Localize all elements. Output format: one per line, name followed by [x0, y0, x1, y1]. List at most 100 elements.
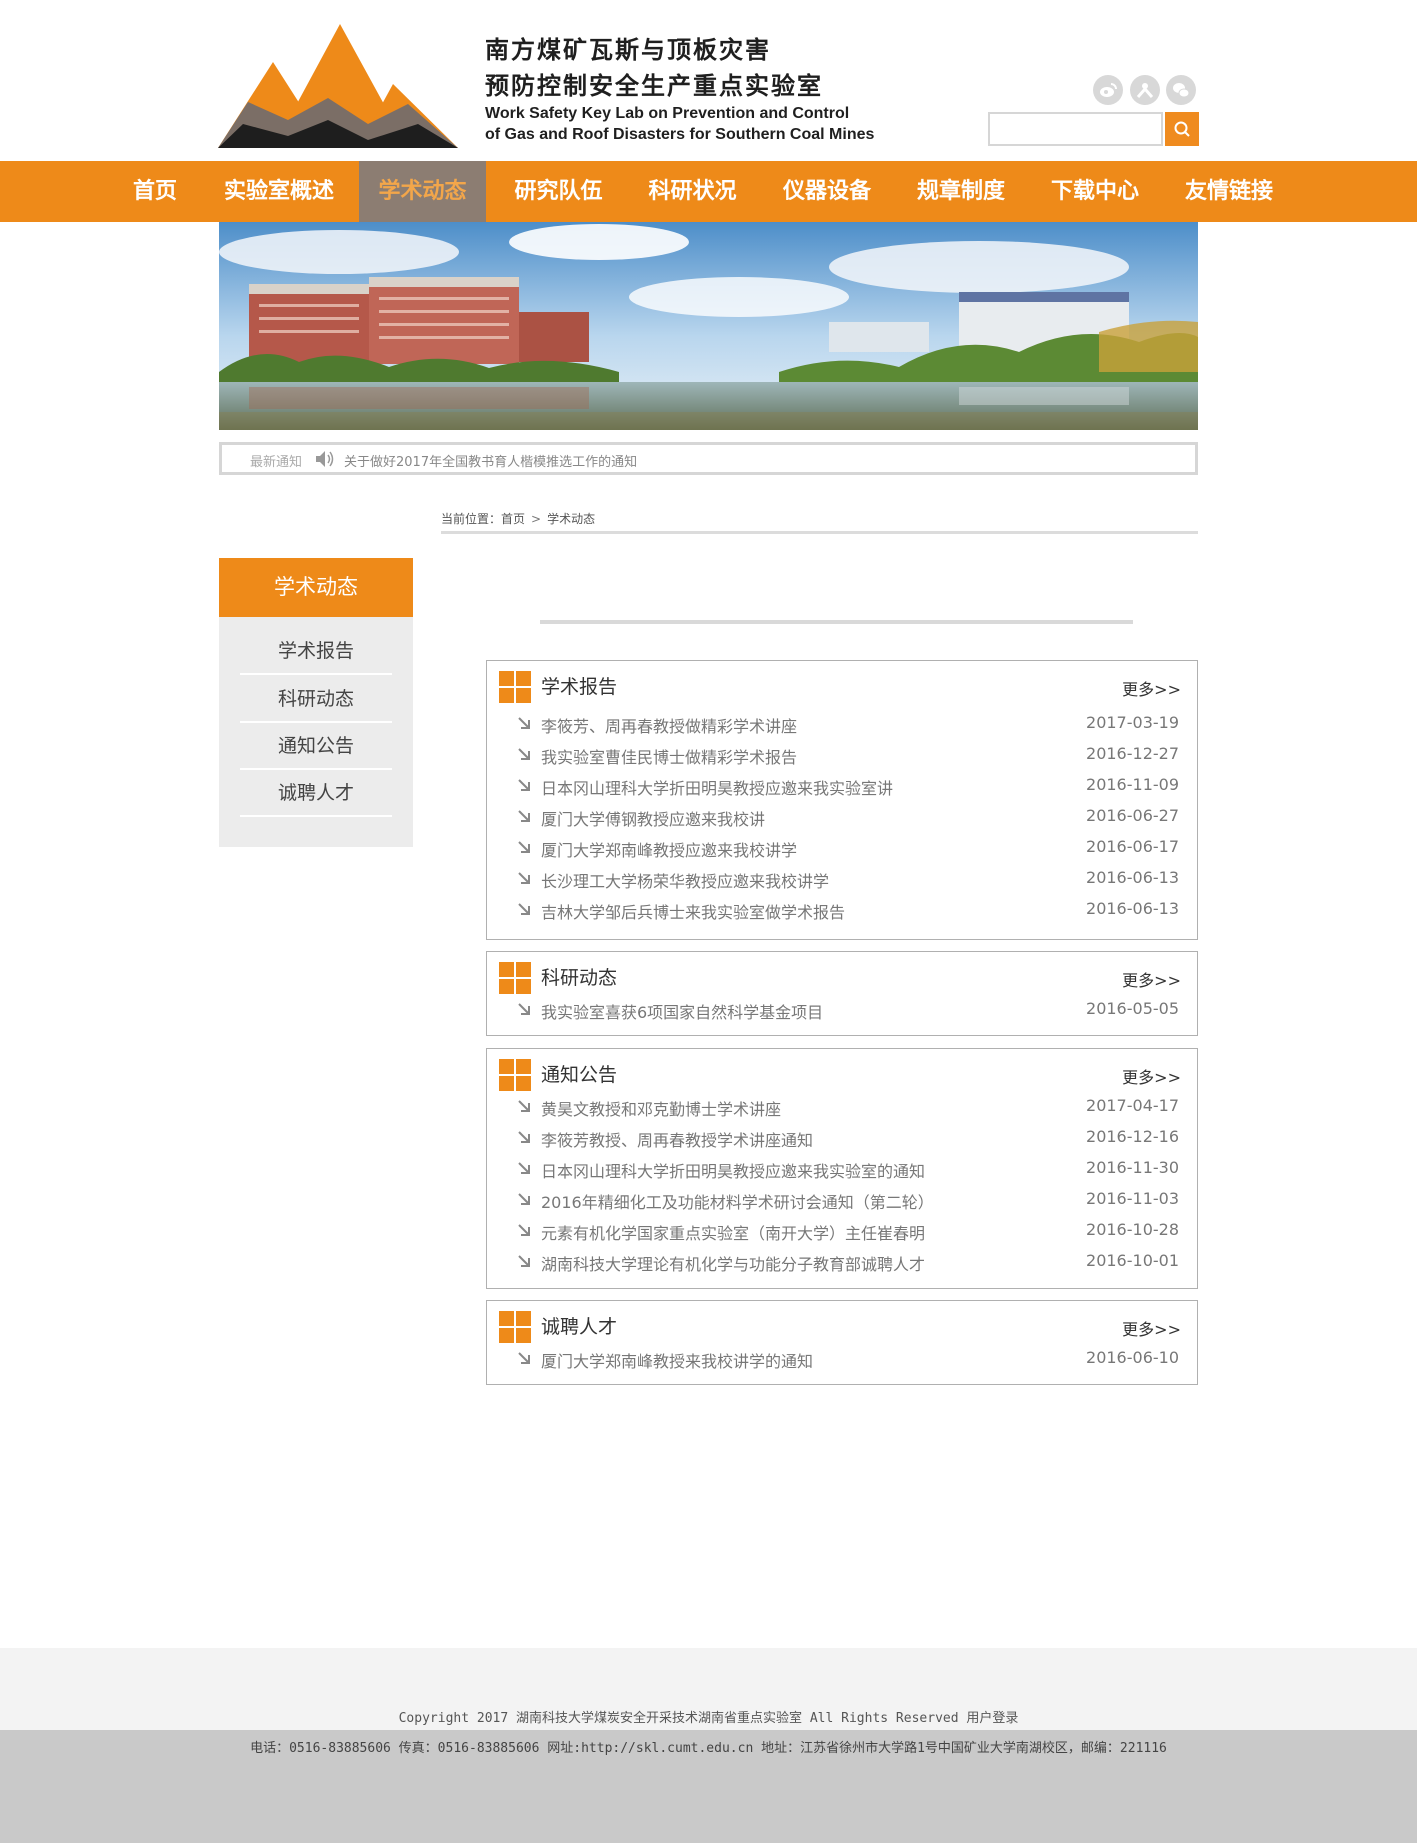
nav-item-equipment[interactable]: 仪器设备 [764, 161, 890, 222]
news-date: 2017-04-17 [1086, 1096, 1179, 1115]
arrow-down-right-icon [518, 841, 530, 853]
campus-banner-image [219, 222, 1198, 430]
news-link[interactable]: 厦门大学郑南峰教授应邀来我校讲学 [541, 837, 797, 861]
arrow-down-right-icon [518, 903, 530, 915]
list-item: 日本冈山理科大学折田明昊教授应邀来我实验室的通知 2016-11-30 [487, 1153, 1199, 1184]
site-header: 南方煤矿瓦斯与顶板灾害 预防控制安全生产重点实验室 Work Safety Ke… [0, 0, 1417, 161]
news-link[interactable]: 我实验室曹佳民博士做精彩学术报告 [541, 744, 797, 768]
news-date: 2016-10-01 [1086, 1251, 1179, 1270]
wechat-icon[interactable] [1166, 75, 1196, 105]
arrow-down-right-icon [518, 1131, 530, 1143]
arrow-down-right-icon [518, 1100, 530, 1112]
news-link[interactable]: 厦门大学郑南峰教授来我校讲学的通知 [541, 1348, 813, 1372]
news-link[interactable]: 吉林大学邹后兵博士来我实验室做学术报告 [541, 899, 845, 923]
renren-icon[interactable] [1130, 75, 1160, 105]
list-item: 厦门大学郑南峰教授应邀来我校讲学 2016-06-17 [487, 832, 1199, 863]
news-link[interactable]: 李筱芳教授、周再春教授学术讲座通知 [541, 1127, 813, 1151]
nav-item-research-team[interactable]: 研究队伍 [496, 161, 621, 222]
arrow-down-right-icon [518, 717, 530, 729]
list-item: 长沙理工大学杨荣华教授应邀来我校讲学 2016-06-13 [487, 863, 1199, 894]
breadcrumb-home-link[interactable]: 首页 [501, 510, 525, 527]
section-title: 学术报告 [541, 676, 618, 698]
notice-text-link[interactable]: 关于做好2017年全国教书育人楷模推选工作的通知 [344, 451, 637, 470]
list-item: 我实验室曹佳民博士做精彩学术报告 2016-12-27 [487, 739, 1199, 770]
list-item: 湖南科技大学理论有机化学与功能分子教育部诚聘人才 2016-10-01 [487, 1246, 1199, 1277]
list-item: 李筱芳、周再春教授做精彩学术讲座 2017-03-19 [487, 708, 1199, 739]
news-link[interactable]: 2016年精细化工及功能材料学术研讨会通知（第二轮） [541, 1189, 934, 1213]
arrow-down-right-icon [518, 779, 530, 791]
more-link[interactable]: 更多>> [1122, 967, 1181, 991]
arrow-down-right-icon [518, 1352, 530, 1364]
sidebar: 学术动态 学术报告 科研动态 通知公告 诚聘人才 [219, 558, 413, 847]
arrow-down-right-icon [518, 810, 530, 822]
news-date: 2016-06-17 [1086, 837, 1179, 856]
news-link[interactable]: 黄昊文教授和邓克勤博士学术讲座 [541, 1096, 781, 1120]
nav-item-regulations[interactable]: 规章制度 [898, 161, 1024, 222]
news-link[interactable]: 日本冈山理科大学折田明昊教授应邀来我实验室讲 [541, 775, 893, 799]
news-link[interactable]: 我实验室喜获6项国家自然科学基金项目 [541, 999, 823, 1023]
search-input[interactable] [988, 112, 1163, 146]
news-date: 2016-06-10 [1086, 1348, 1179, 1367]
arrow-down-right-icon [518, 1162, 530, 1174]
more-link[interactable]: 更多>> [1122, 676, 1181, 700]
latest-notice-bar: 最新通知 关于做好2017年全国教书育人楷模推选工作的通知 [219, 442, 1198, 475]
arrow-down-right-icon [518, 1255, 530, 1267]
nav-item-links[interactable]: 友情链接 [1166, 161, 1292, 222]
speaker-icon [316, 451, 334, 467]
section-notices: 通知公告 更多>> 黄昊文教授和邓克勤博士学术讲座 2017-04-17 李筱芳… [486, 1048, 1198, 1289]
more-link[interactable]: 更多>> [1122, 1064, 1181, 1088]
search-button[interactable] [1165, 112, 1199, 146]
nav-item-lab-overview[interactable]: 实验室概述 [206, 161, 352, 222]
news-link[interactable]: 元素有机化学国家重点实验室（南开大学）主任崔春明 [541, 1220, 925, 1244]
list-item: 吉林大学邹后兵博士来我实验室做学术报告 2016-06-13 [487, 894, 1199, 925]
lab-logo[interactable] [218, 24, 458, 148]
news-date: 2016-11-09 [1086, 775, 1179, 794]
sidebar-title: 学术动态 [219, 558, 413, 617]
news-date: 2016-12-27 [1086, 744, 1179, 763]
section-research-news: 科研动态 更多>> 我实验室喜获6项国家自然科学基金项目 2016-05-05 [486, 951, 1198, 1036]
contact-info: 电话：0516-83885606 传真：0516-83885606 网址:htt… [250, 1741, 1167, 1756]
main-nav: 首页 实验室概述 学术动态 研究队伍 科研状况 仪器设备 规章制度 下载中心 友… [0, 161, 1417, 222]
list-item: 日本冈山理科大学折田明昊教授应邀来我实验室讲 2016-11-09 [487, 770, 1199, 801]
arrow-down-right-icon [518, 1193, 530, 1205]
sidebar-item-recruitment[interactable]: 诚聘人才 [240, 769, 392, 817]
grid-icon [499, 1059, 531, 1091]
sidebar-item-research-news[interactable]: 科研动态 [240, 675, 392, 723]
arrow-down-right-icon [518, 872, 530, 884]
news-link[interactable]: 厦门大学傅钢教授应邀来我校讲 [541, 806, 765, 830]
more-link[interactable]: 更多>> [1122, 1316, 1181, 1340]
site-title-en-line1: Work Safety Key Lab on Prevention and Co… [485, 105, 850, 122]
news-date: 2016-06-13 [1086, 868, 1179, 887]
copyright-text: Copyright 2017 湖南科技大学煤炭安全开采技术湖南省重点实验室 Al… [398, 1711, 1019, 1726]
arrow-down-right-icon [518, 748, 530, 760]
search-icon [1174, 121, 1190, 137]
list-item: 元素有机化学国家重点实验室（南开大学）主任崔春明 2016-10-28 [487, 1215, 1199, 1246]
news-date: 2016-12-16 [1086, 1127, 1179, 1146]
arrow-down-right-icon [518, 1003, 530, 1015]
news-date: 2016-11-03 [1086, 1189, 1179, 1208]
site-title-cn-line1: 南方煤矿瓦斯与顶板灾害 [485, 36, 771, 64]
news-link[interactable]: 长沙理工大学杨荣华教授应邀来我校讲学 [541, 868, 829, 892]
news-link[interactable]: 湖南科技大学理论有机化学与功能分子教育部诚聘人才 [541, 1251, 925, 1275]
nav-item-home[interactable]: 首页 [116, 161, 194, 222]
section-title: 诚聘人才 [541, 1316, 618, 1338]
news-date: 2016-10-28 [1086, 1220, 1179, 1239]
sidebar-item-academic-reports[interactable]: 学术报告 [240, 627, 392, 675]
chevron-right-icon: > [531, 512, 542, 526]
notice-label: 最新通知 [250, 455, 303, 470]
list-item: 2016年精细化工及功能材料学术研讨会通知（第二轮） 2016-11-03 [487, 1184, 1199, 1215]
news-link[interactable]: 李筱芳、周再春教授做精彩学术讲座 [541, 713, 797, 737]
news-link[interactable]: 日本冈山理科大学折田明昊教授应邀来我实验室的通知 [541, 1158, 925, 1182]
breadcrumb: 当前位置：首页 > 学术动态 [441, 510, 1198, 534]
grid-icon [499, 962, 531, 994]
weibo-icon[interactable] [1093, 75, 1123, 105]
content-divider [540, 620, 1133, 624]
sidebar-item-notices[interactable]: 通知公告 [240, 722, 392, 770]
section-title: 科研动态 [541, 967, 618, 989]
news-date: 2016-11-30 [1086, 1158, 1179, 1177]
nav-item-research-status[interactable]: 科研状况 [630, 161, 755, 222]
breadcrumb-current: 学术动态 [547, 512, 596, 526]
site-title-cn-line2: 预防控制安全生产重点实验室 [485, 72, 823, 100]
nav-item-downloads[interactable]: 下载中心 [1032, 161, 1158, 222]
nav-item-academic-news[interactable]: 学术动态 [359, 161, 486, 222]
